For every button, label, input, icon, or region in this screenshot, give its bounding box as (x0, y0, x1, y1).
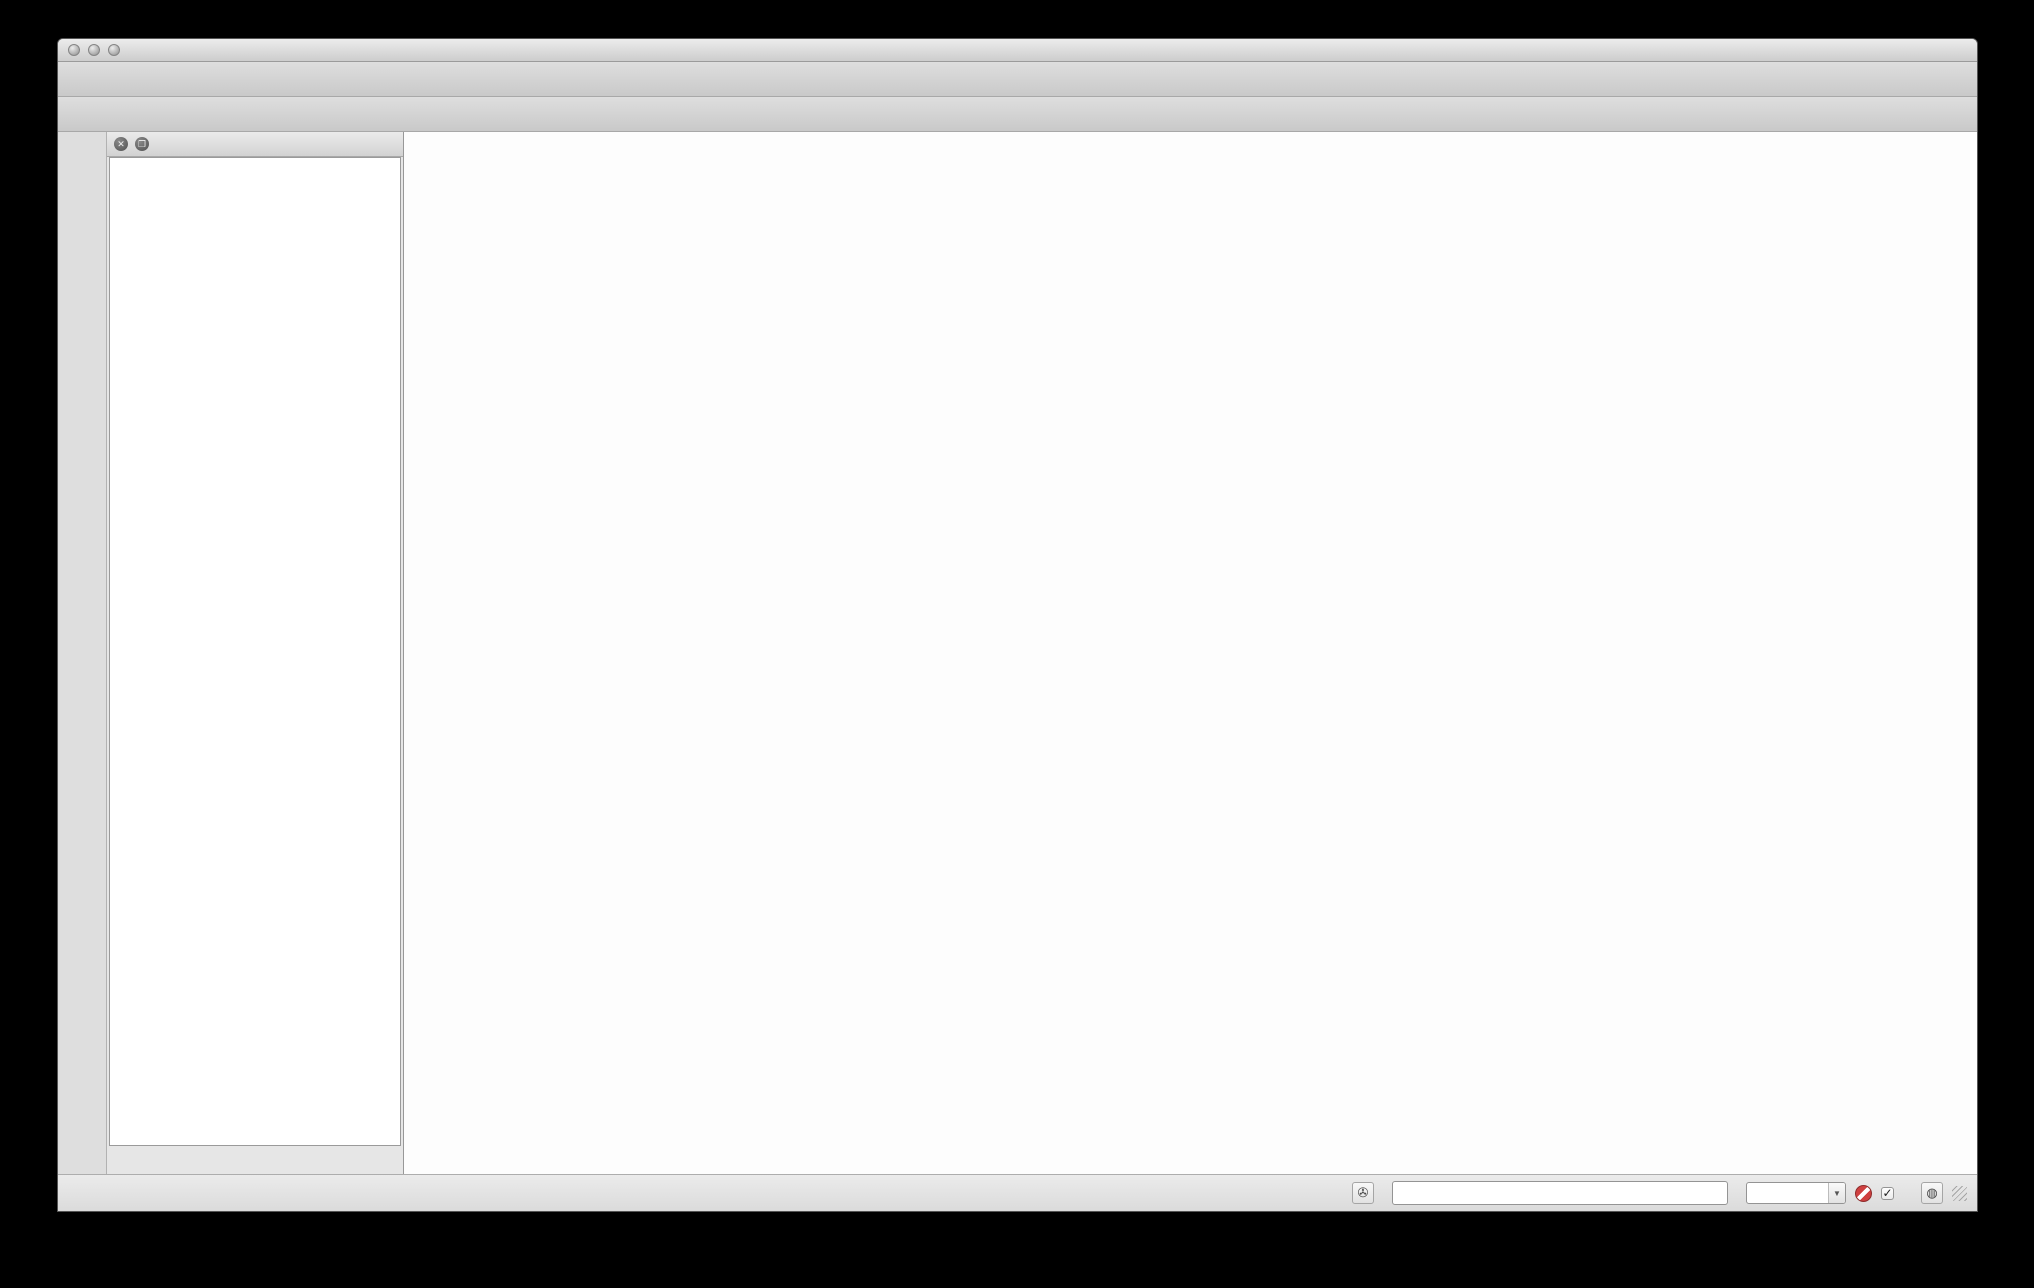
plugin-icon[interactable]: ✇ (1352, 1182, 1374, 1204)
scale-combobox[interactable]: ▼ (1746, 1182, 1846, 1204)
qgis-window: ✕ ❐ ✇ ▼ ✓ ◍ (57, 38, 1978, 1212)
title-bar[interactable] (58, 39, 1977, 62)
window-controls (58, 44, 120, 56)
map-canvas[interactable] (404, 132, 1977, 1174)
scale-value (1747, 1183, 1828, 1203)
digitizing-label-toolbar (58, 97, 1977, 132)
panel-tabs (107, 1146, 403, 1174)
stop-render-icon[interactable] (1855, 1185, 1872, 1202)
render-checkbox[interactable]: ✓ (1881, 1187, 1894, 1200)
layers-panel: ✕ ❐ (107, 132, 404, 1174)
crs-globe-icon[interactable]: ◍ (1921, 1182, 1943, 1204)
close-window-button[interactable] (68, 44, 80, 56)
status-bar: ✇ ▼ ✓ ◍ (58, 1174, 1977, 1211)
zoom-window-button[interactable] (108, 44, 120, 56)
coordinate-input[interactable] (1392, 1181, 1728, 1205)
scale-dropdown-icon[interactable]: ▼ (1828, 1183, 1845, 1203)
map-canvas-container (404, 132, 1977, 1174)
layers-panel-header: ✕ ❐ (107, 132, 403, 157)
main-toolbar (58, 62, 1977, 97)
panel-detach-icon[interactable]: ❐ (135, 137, 149, 151)
panel-close-icon[interactable]: ✕ (114, 137, 128, 151)
resize-grip[interactable] (1952, 1186, 1967, 1201)
manage-layers-toolbar (58, 132, 107, 1174)
layer-tree (109, 157, 401, 1146)
minimize-window-button[interactable] (88, 44, 100, 56)
